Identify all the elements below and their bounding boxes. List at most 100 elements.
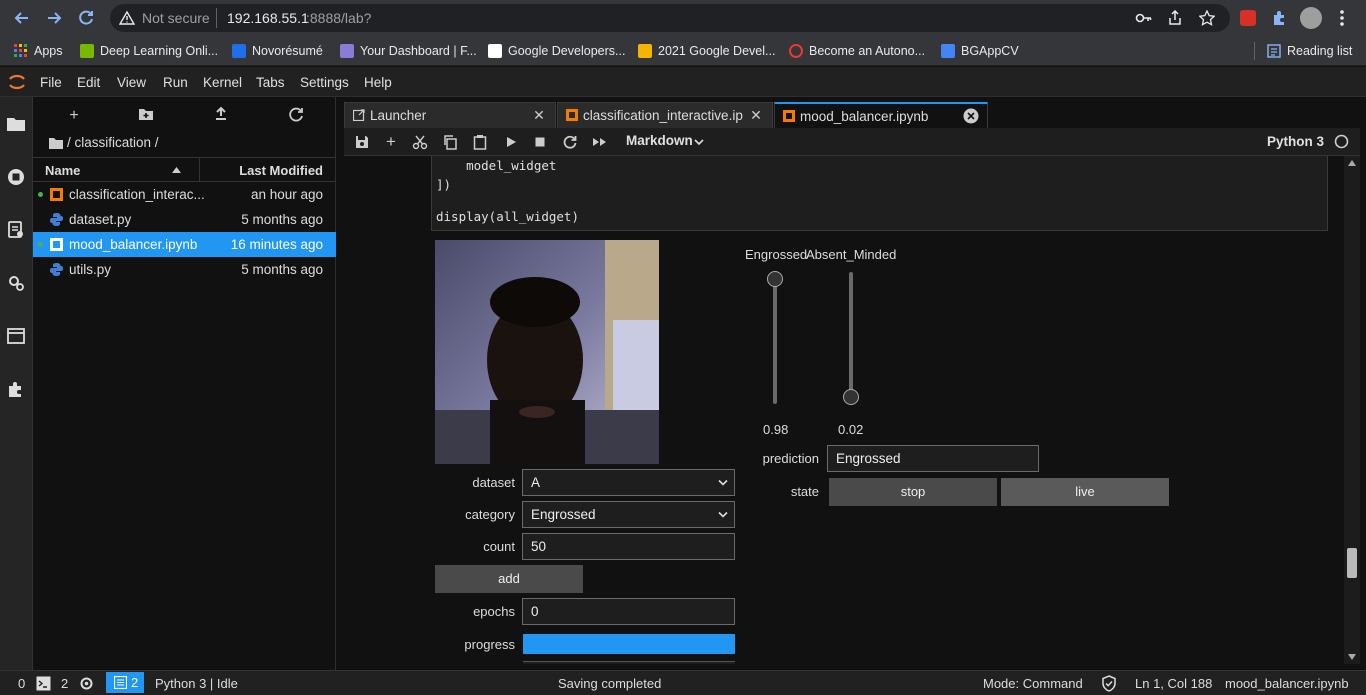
- menu-kernel[interactable]: Kernel: [203, 75, 242, 90]
- scrollbar-thumb[interactable]: [1347, 548, 1357, 578]
- reading-list[interactable]: Reading list: [1267, 42, 1352, 60]
- scroll-up-arrow-icon[interactable]: [1348, 160, 1356, 166]
- property-inspector-gear-icon[interactable]: [6, 273, 26, 293]
- running-kernels-icon[interactable]: [6, 167, 26, 187]
- restart-icon[interactable]: [562, 134, 578, 150]
- refresh-icon[interactable]: [288, 106, 304, 122]
- epochs-input[interactable]: 0: [522, 598, 735, 625]
- profile-avatar[interactable]: [1300, 7, 1322, 29]
- live-button[interactable]: live: [1001, 478, 1169, 506]
- paste-clipboard-icon[interactable]: [472, 134, 488, 150]
- extensions-puzzle-icon[interactable]: [1271, 9, 1289, 27]
- more-menu-icon[interactable]: [1339, 9, 1345, 27]
- interrupt-stop-icon[interactable]: [532, 134, 548, 150]
- save-icon[interactable]: [354, 134, 370, 150]
- menu-view[interactable]: View: [117, 75, 146, 90]
- stop-button[interactable]: stop: [829, 478, 997, 506]
- breadcrumb-folder-icon[interactable]: [49, 137, 63, 149]
- bookmark-star-icon[interactable]: [1199, 10, 1215, 26]
- back-arrow-icon[interactable]: [12, 8, 32, 28]
- menu-tabs[interactable]: Tabs: [256, 75, 285, 90]
- bookmark-deep-learning[interactable]: Deep Learning Onli...: [80, 42, 218, 60]
- close-circle-icon[interactable]: [963, 108, 979, 124]
- count-input[interactable]: 50: [522, 533, 735, 560]
- tab-launcher[interactable]: Launcher ✕: [344, 102, 556, 128]
- open-tabs-icon[interactable]: [6, 326, 26, 346]
- category-select[interactable]: Engrossed: [522, 501, 735, 528]
- extension-red-icon[interactable]: [1240, 10, 1256, 26]
- breadcrumb[interactable]: / classification /: [67, 135, 159, 150]
- cell-type-dropdown[interactable]: Markdown: [626, 133, 704, 151]
- file-row-selected[interactable]: mood_balancer.ipynb 16 minutes ago: [33, 232, 336, 257]
- insert-cell-plus-icon[interactable]: +: [383, 133, 399, 150]
- bookmark-label: BGAppCV: [961, 44, 1019, 58]
- kernel-state[interactable]: Python 3 | Idle: [155, 676, 238, 691]
- slider-absent-minded-thumb[interactable]: [843, 388, 859, 405]
- menu-help[interactable]: Help: [364, 75, 392, 90]
- code-line: model_widget: [436, 158, 557, 173]
- file-row[interactable]: classification_interac... an hour ago: [33, 182, 336, 207]
- scroll-down-arrow-icon[interactable]: [1348, 654, 1356, 660]
- trust-shield-icon[interactable]: [1101, 675, 1117, 692]
- forward-arrow-icon[interactable]: [44, 8, 64, 28]
- url-path: :8888/lab?: [306, 10, 372, 26]
- terminal-icon[interactable]: [36, 676, 51, 691]
- bookmark-autonomous[interactable]: Become an Autono...: [789, 42, 925, 60]
- extension-manager-puzzle-icon[interactable]: [6, 379, 26, 399]
- tab-label: Launcher: [370, 108, 427, 123]
- tab-label: mood_balancer.ipynb: [800, 109, 929, 124]
- file-name: dataset.py: [69, 212, 132, 227]
- slider-engrossed-thumb[interactable]: [767, 271, 783, 288]
- mode-indicator[interactable]: Mode: Command: [983, 676, 1083, 691]
- bookmark-google-developers[interactable]: Google Developers...: [488, 42, 625, 60]
- slider-absent-minded-track[interactable]: [849, 272, 853, 404]
- copy-icon[interactable]: [442, 134, 458, 150]
- address-bar[interactable]: Not secure 192.168.55.1 :8888/lab?: [110, 4, 1230, 32]
- epochs-label: epochs: [473, 604, 515, 619]
- folder-icon[interactable]: [6, 114, 26, 134]
- cut-scissors-icon[interactable]: [412, 134, 428, 150]
- menu-file[interactable]: File: [40, 75, 62, 90]
- close-icon[interactable]: ✕: [748, 107, 764, 123]
- command-palette-icon[interactable]: [6, 220, 26, 240]
- menu-edit[interactable]: Edit: [77, 75, 100, 90]
- menu-settings[interactable]: Settings: [300, 75, 349, 90]
- file-row[interactable]: dataset.py 5 months ago: [33, 207, 336, 232]
- column-name-header[interactable]: Name: [45, 163, 80, 178]
- new-folder-icon[interactable]: [138, 107, 154, 121]
- terminals-count[interactable]: 0: [18, 676, 25, 691]
- notebook-scrollbar[interactable]: [1344, 156, 1360, 664]
- progress-bar-fill: [523, 634, 735, 654]
- kernels-count[interactable]: 2: [61, 676, 68, 691]
- new-launcher-plus-icon[interactable]: +: [65, 107, 83, 125]
- fast-forward-icon[interactable]: [592, 134, 608, 150]
- bookmark-2021-google[interactable]: 2021 Google Devel...: [638, 42, 775, 60]
- tab-classification-interactive[interactable]: classification_interactive.ipyn ✕: [557, 102, 773, 128]
- upload-icon[interactable]: [214, 106, 228, 122]
- column-modified-header[interactable]: Last Modified: [239, 163, 323, 178]
- run-play-icon[interactable]: [503, 134, 519, 150]
- key-icon[interactable]: [1135, 11, 1153, 25]
- close-icon[interactable]: ✕: [531, 107, 547, 123]
- file-browser: + / classification / Name Last Modified …: [33, 97, 336, 670]
- kernel-name[interactable]: Python 3: [1267, 134, 1324, 149]
- add-button[interactable]: add: [435, 565, 583, 593]
- tab-mood-balancer[interactable]: mood_balancer.ipynb: [774, 102, 988, 128]
- status-message: Saving completed: [558, 676, 662, 691]
- bookmark-bgappcv[interactable]: BGAppCV: [941, 42, 1019, 60]
- cursor-position[interactable]: Ln 1, Col 188: [1135, 676, 1212, 691]
- file-row[interactable]: utils.py 5 months ago: [33, 257, 336, 282]
- code-cell[interactable]: model_widget ]) display(all_widget): [431, 156, 1328, 231]
- reload-icon[interactable]: [76, 8, 96, 28]
- dataset-select[interactable]: A: [522, 469, 735, 496]
- slider-engrossed-track[interactable]: [773, 272, 777, 404]
- bookmark-dashboard[interactable]: Your Dashboard | F...: [340, 42, 477, 60]
- menu-run[interactable]: Run: [163, 75, 188, 90]
- bookmark-novoresume[interactable]: Novorésumé: [232, 42, 323, 60]
- kernel-gear-icon[interactable]: [79, 676, 94, 691]
- dataset-label: dataset: [472, 475, 515, 490]
- bookmark-apps[interactable]: Apps: [14, 42, 63, 60]
- category-label: category: [465, 507, 515, 522]
- share-icon[interactable]: [1167, 10, 1183, 26]
- cells-indicator[interactable]: 2: [106, 672, 144, 693]
